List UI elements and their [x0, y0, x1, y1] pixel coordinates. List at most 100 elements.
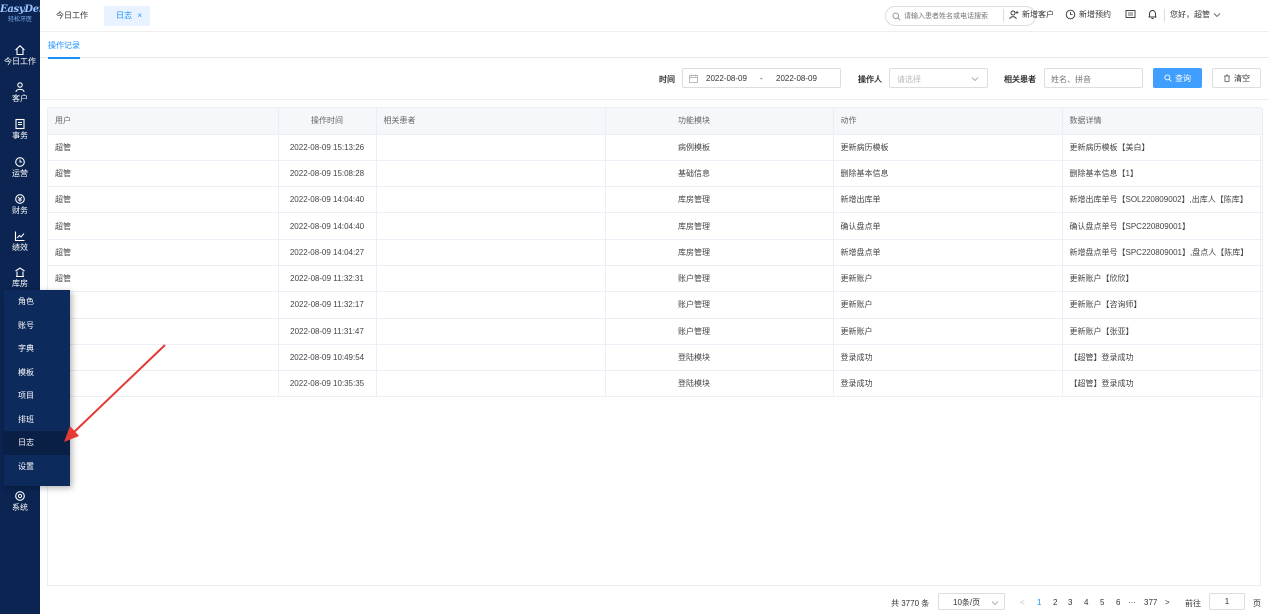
cell-time: 2022-08-09 14:04:40	[278, 212, 377, 240]
submenu-item-templates[interactable]: 模板	[4, 361, 70, 385]
page-size-value: 10条/页	[953, 598, 981, 607]
table-header-row: 用户 操作时间 相关患者 功能模块 动作 数据详情	[48, 108, 1263, 135]
next-page-button[interactable]: >	[1165, 598, 1170, 607]
cell-user: 超管	[48, 186, 279, 214]
sidebar-item-label: 客户	[12, 94, 28, 103]
table-row[interactable]: 超管 2022-08-09 14:04:40 库房管理 新增出库单 新增出库单号【SOL…	[48, 186, 1263, 214]
operator-placeholder: 请选择	[897, 75, 921, 84]
logo-text: EasyDent	[0, 4, 51, 15]
sidebar-item-performance[interactable]: 绩效	[0, 226, 40, 262]
page-number[interactable]: 2	[1053, 598, 1057, 607]
page-number[interactable]: 6	[1116, 598, 1120, 607]
cell-detail: 【超管】登录成功	[1062, 370, 1263, 398]
user-menu[interactable]: 您好，超管	[1170, 9, 1221, 20]
prev-page-button[interactable]: <	[1020, 598, 1025, 607]
time-label: 时间	[659, 75, 675, 84]
notebook-icon	[15, 118, 25, 130]
submenu-item-dictionary[interactable]: 字典	[4, 337, 70, 361]
message-icon[interactable]	[1125, 9, 1136, 20]
sidebar-item-label: 库房	[12, 279, 28, 288]
cell-action: 更新账户	[833, 318, 1063, 345]
table-row[interactable]: 超管 2022-08-09 14:04:40 库房管理 确认盘点单 确认盘点单号【SPC…	[48, 212, 1263, 240]
patient-input[interactable]	[1051, 73, 1136, 85]
cell-user: 超管	[48, 134, 279, 161]
table-row[interactable]: 2022-08-09 10:49:54 登陆模块 登录成功 【超管】登录成功	[48, 344, 1263, 372]
sidebar-item-label: 绩效	[12, 243, 28, 252]
cell-time: 2022-08-09 15:13:26	[278, 134, 377, 161]
cell-module: 库房管理	[605, 186, 834, 214]
table-row[interactable]: 2022-08-09 11:32:17 账户管理 更新账户 更新账户【咨询师】	[48, 291, 1263, 319]
table-row[interactable]: 超管 2022-08-09 14:04:27 库房管理 新增盘点单 新增盘点单号【SPC…	[48, 239, 1263, 266]
page-number[interactable]: 3	[1068, 598, 1072, 607]
column-header-action: 动作	[833, 108, 1063, 135]
user-icon	[15, 82, 25, 93]
submenu-item-settings[interactable]: 设置	[4, 455, 70, 479]
column-header-time: 操作时间	[278, 108, 377, 135]
sidebar-item-affairs[interactable]: 事务	[0, 114, 40, 150]
sidebar-item-operations[interactable]: 运营	[0, 152, 40, 188]
query-label: 查询	[1175, 73, 1191, 83]
divider	[1164, 9, 1165, 22]
tab-log[interactable]: 日志 ×	[104, 6, 150, 26]
column-header-patient: 相关患者	[376, 108, 606, 135]
clock-icon	[15, 157, 25, 167]
submenu-item-accounts[interactable]: 账号	[4, 314, 70, 338]
new-appointment-button[interactable]: 新增预约	[1065, 9, 1111, 20]
submenu-item-projects[interactable]: 项目	[4, 384, 70, 408]
cell-patient	[376, 160, 606, 188]
table-row[interactable]: 2022-08-09 11:31:47 账户管理 更新账户 更新账户【张亚】	[48, 318, 1263, 345]
date-range-picker[interactable]: 2022-08-09 - 2022-08-09	[682, 68, 841, 88]
cell-time: 2022-08-09 11:32:17	[278, 291, 377, 319]
cell-user	[48, 291, 279, 319]
cell-action: 确认盘点单	[833, 212, 1063, 240]
table-row[interactable]: 超管 2022-08-09 15:13:26 病例模板 更新病历模板 更新病历模板【美白…	[48, 134, 1263, 161]
table-row[interactable]: 超管 2022-08-09 15:08:28 基础信息 删除基本信息 删除基本信息【1】	[48, 160, 1263, 188]
submenu-item-roles[interactable]: 角色	[4, 290, 70, 314]
cell-detail: 确认盘点单号【SPC220809001】	[1062, 212, 1263, 240]
operator-label: 操作人	[858, 75, 882, 84]
bell-icon[interactable]	[1147, 9, 1158, 20]
page-number[interactable]: 1	[1037, 598, 1041, 607]
cell-user: 超管	[48, 212, 279, 240]
cell-patient	[376, 212, 606, 240]
patient-field[interactable]	[1044, 68, 1143, 88]
sidebar-item-today[interactable]: 今日工作	[0, 40, 40, 76]
cell-action: 新增盘点单	[833, 239, 1063, 266]
cell-user: 超管	[48, 239, 279, 266]
sidebar-item-label: 财务	[12, 206, 28, 215]
cell-module: 病例模板	[605, 134, 834, 161]
cell-detail: 更新账户【张亚】	[1062, 318, 1263, 345]
cell-module: 库房管理	[605, 212, 834, 240]
tab-today-work[interactable]: 今日工作	[56, 6, 88, 26]
clear-button[interactable]: 清空	[1212, 68, 1261, 88]
cell-detail: 更新病历模板【美白】	[1062, 134, 1263, 161]
table-row[interactable]: 2022-08-09 10:35:35 登陆模块 登录成功 【超管】登录成功	[48, 370, 1263, 398]
cell-action: 更新病历模板	[833, 134, 1063, 161]
page-number[interactable]: 5	[1100, 598, 1104, 607]
page-number[interactable]: 377	[1144, 598, 1157, 607]
cell-module: 账户管理	[605, 265, 834, 293]
submenu-item-schedule[interactable]: 排班	[4, 408, 70, 432]
table-row[interactable]: 超管 2022-08-09 11:32:31 账户管理 更新账户 更新账户【欣欣】	[48, 265, 1263, 293]
query-button[interactable]: 查询	[1153, 68, 1202, 88]
new-customer-button[interactable]: 新增客户	[1009, 9, 1054, 20]
page-number[interactable]: 4	[1084, 598, 1088, 607]
more-pages-ellipsis[interactable]: ···	[1128, 598, 1136, 607]
tab-operation-records[interactable]: 操作记录	[48, 40, 80, 59]
tab-log-label: 日志	[116, 11, 132, 20]
cell-module: 登陆模块	[605, 370, 834, 398]
submenu-item-log[interactable]: 日志	[4, 431, 70, 455]
clear-label: 清空	[1234, 73, 1250, 83]
cell-detail: 【超管】登录成功	[1062, 344, 1263, 372]
chevron-down-icon	[991, 601, 999, 606]
goto-page-input[interactable]: 1	[1209, 593, 1245, 610]
sidebar-item-system[interactable]: 系统	[0, 486, 40, 522]
divider	[1003, 9, 1004, 22]
cell-action: 删除基本信息	[833, 160, 1063, 188]
operator-select[interactable]: 请选择	[889, 68, 988, 88]
sidebar-item-finance[interactable]: 财务	[0, 189, 40, 225]
sidebar-item-customer[interactable]: 客户	[0, 77, 40, 113]
close-icon[interactable]: ×	[137, 6, 142, 26]
cell-time: 2022-08-09 11:31:47	[278, 318, 377, 345]
page-size-select[interactable]: 10条/页	[938, 593, 1005, 610]
